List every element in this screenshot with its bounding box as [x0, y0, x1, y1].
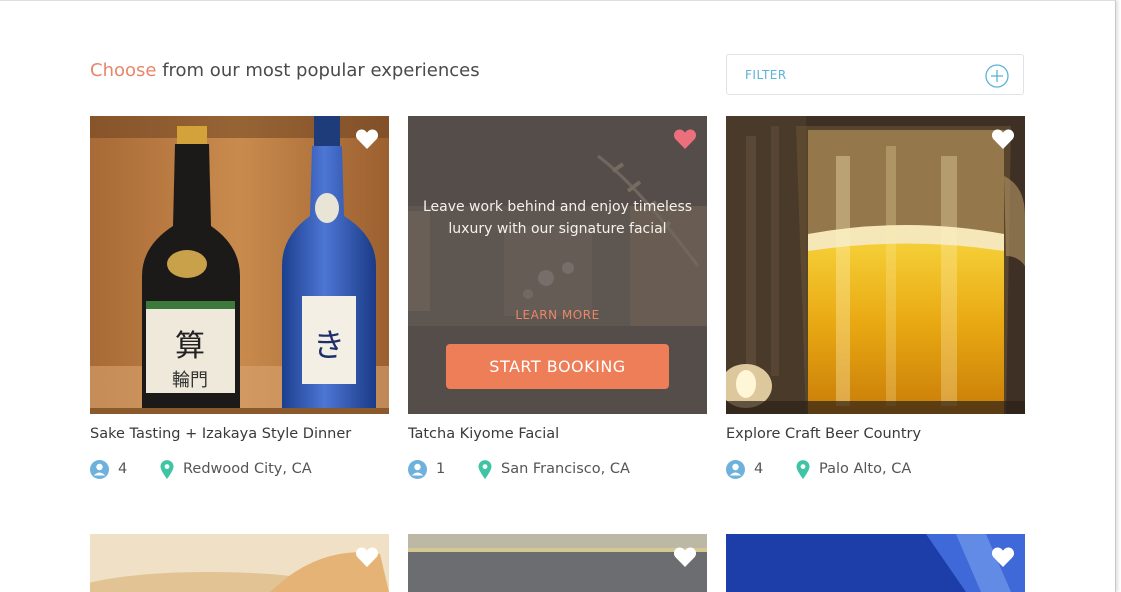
experience-card-beer[interactable]: Explore Craft Beer Country 4 Palo Alto, …	[726, 116, 1025, 479]
experience-title[interactable]: Explore Craft Beer Country	[726, 426, 921, 442]
experience-location: Redwood City, CA	[183, 461, 312, 477]
person-icon	[408, 460, 427, 479]
row2-photo-1	[90, 534, 389, 592]
plus-circle-icon[interactable]	[985, 64, 1009, 88]
map-pin-icon	[160, 460, 174, 479]
experience-image[interactable]	[726, 116, 1025, 414]
experience-image[interactable]: Leave work behind and enjoy timeless lux…	[408, 116, 707, 414]
experience-image[interactable]	[408, 534, 707, 592]
heart-icon[interactable]	[355, 546, 379, 568]
experience-location: San Francisco, CA	[501, 461, 630, 477]
experience-card-row2-1[interactable]	[90, 534, 389, 592]
beer-photo	[726, 116, 1025, 414]
person-icon	[726, 460, 745, 479]
heart-icon[interactable]	[991, 128, 1015, 150]
sake-photo: 算 輪門 き	[90, 116, 389, 414]
row2-photo-2	[408, 534, 707, 592]
experience-image[interactable]	[90, 534, 389, 592]
svg-text:算: 算	[175, 329, 205, 364]
guest-count: 1	[436, 461, 446, 477]
experience-image[interactable]	[726, 534, 1025, 592]
learn-more-link[interactable]: LEARN MORE	[408, 308, 707, 322]
headline-text: from our most popular experiences	[156, 60, 480, 81]
experience-card-facial[interactable]: Leave work behind and enjoy timeless lux…	[408, 116, 707, 479]
filter-dropdown[interactable]: FILTER	[726, 54, 1024, 95]
svg-text:き: き	[313, 326, 345, 364]
experience-title[interactable]: Tatcha Kiyome Facial	[408, 426, 559, 442]
experience-card-sake[interactable]: 算 輪門 き Sake Tasting + Izakaya Style Dinn…	[90, 116, 389, 479]
experience-location: Palo Alto, CA	[819, 461, 912, 477]
filter-label: FILTER	[745, 68, 787, 82]
heart-icon[interactable]	[355, 128, 379, 150]
page-headline: Choose from our most popular experiences	[90, 60, 480, 81]
guest-count: 4	[754, 461, 764, 477]
guest-count: 4	[118, 461, 128, 477]
heart-icon[interactable]	[673, 546, 697, 568]
experience-image[interactable]: 算 輪門 き	[90, 116, 389, 414]
experience-card-row2-2[interactable]	[408, 534, 707, 592]
person-icon	[90, 460, 109, 479]
start-booking-button[interactable]: START BOOKING	[446, 344, 669, 389]
map-pin-icon	[478, 460, 492, 479]
experience-title[interactable]: Sake Tasting + Izakaya Style Dinner	[90, 426, 351, 442]
heart-icon[interactable]	[673, 128, 697, 150]
svg-text:輪門: 輪門	[172, 370, 208, 391]
overlay-description: Leave work behind and enjoy timeless lux…	[422, 199, 693, 237]
experience-card-row2-3[interactable]	[726, 534, 1025, 592]
heart-icon[interactable]	[991, 546, 1015, 568]
row2-photo-3	[726, 534, 1025, 592]
headline-accent: Choose	[90, 60, 157, 81]
map-pin-icon	[796, 460, 810, 479]
